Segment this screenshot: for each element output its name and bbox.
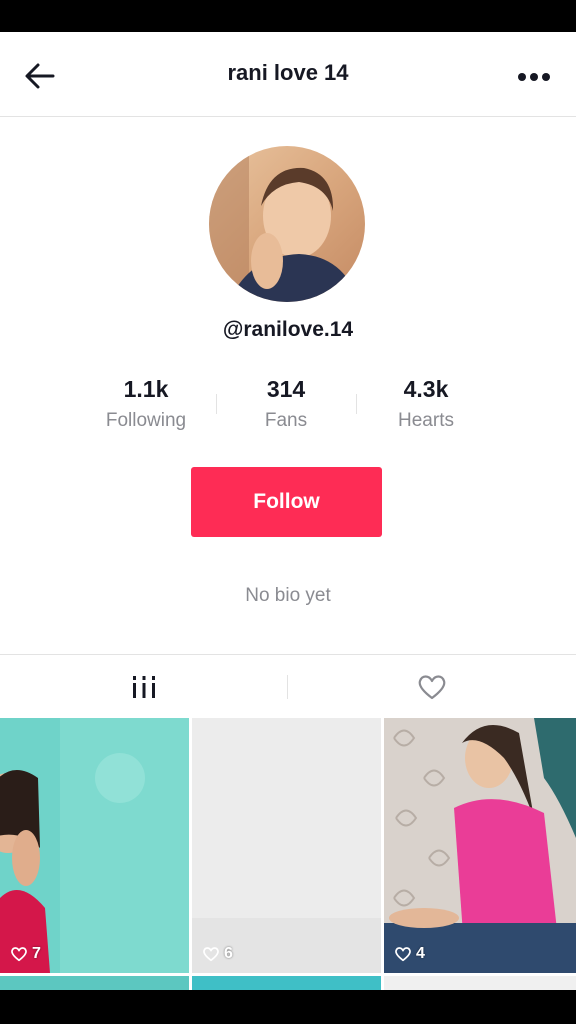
tab-liked[interactable] xyxy=(288,655,576,719)
video-thumbnail-image xyxy=(192,718,381,973)
profile-screen: rani love 14 @ranilove.14 1.1k Following… xyxy=(0,32,576,990)
following-count: 1.1k xyxy=(123,376,169,402)
heart-outline-icon xyxy=(11,947,27,962)
more-dots-icon xyxy=(518,73,550,81)
tab-videos[interactable] xyxy=(0,655,288,719)
stat-following[interactable]: 1.1k Following xyxy=(76,374,216,432)
more-options-button[interactable] xyxy=(514,62,554,92)
heart-icon xyxy=(418,675,446,700)
hearts-count: 4.3k xyxy=(403,376,449,402)
page-title: rani love 14 xyxy=(227,60,349,85)
videos-grid-icon xyxy=(133,676,155,698)
video-thumbnail-image xyxy=(384,718,576,973)
following-label: Following xyxy=(105,410,187,431)
video-thumbnail[interactable]: 4 xyxy=(384,718,576,973)
heart-outline-icon xyxy=(395,947,411,962)
avatar[interactable] xyxy=(209,146,365,302)
video-thumbnail-partial[interactable] xyxy=(192,976,381,990)
follow-button[interactable]: Follow xyxy=(191,467,382,537)
like-count: 4 xyxy=(394,945,425,963)
bio-text: No bio yet xyxy=(245,585,331,606)
video-thumbnail-partial[interactable] xyxy=(384,976,576,990)
like-count-value: 4 xyxy=(416,945,425,962)
hearts-label: Hearts xyxy=(398,410,454,431)
like-count: 7 xyxy=(10,945,41,963)
stat-hearts[interactable]: 4.3k Hearts xyxy=(356,374,496,432)
fans-label: Fans xyxy=(264,410,308,431)
fans-count: 314 xyxy=(266,376,306,402)
like-count: 6 xyxy=(202,945,233,963)
like-count-value: 7 xyxy=(32,945,41,962)
video-thumbnail[interactable]: 7 xyxy=(0,718,189,973)
heart-outline-icon xyxy=(203,947,219,962)
avatar-photo xyxy=(209,146,365,302)
stat-fans[interactable]: 314 Fans xyxy=(216,374,356,432)
username-handle: @ranilove.14 xyxy=(222,318,354,341)
video-grid: 7 6 4 xyxy=(0,718,576,990)
header-bar: rani love 14 xyxy=(0,32,576,117)
video-thumbnail-partial[interactable] xyxy=(0,976,189,990)
video-thumbnail[interactable]: 6 xyxy=(192,718,381,973)
like-count-value: 6 xyxy=(224,945,233,962)
video-thumbnail-image xyxy=(0,718,189,973)
content-tabs xyxy=(0,654,576,719)
